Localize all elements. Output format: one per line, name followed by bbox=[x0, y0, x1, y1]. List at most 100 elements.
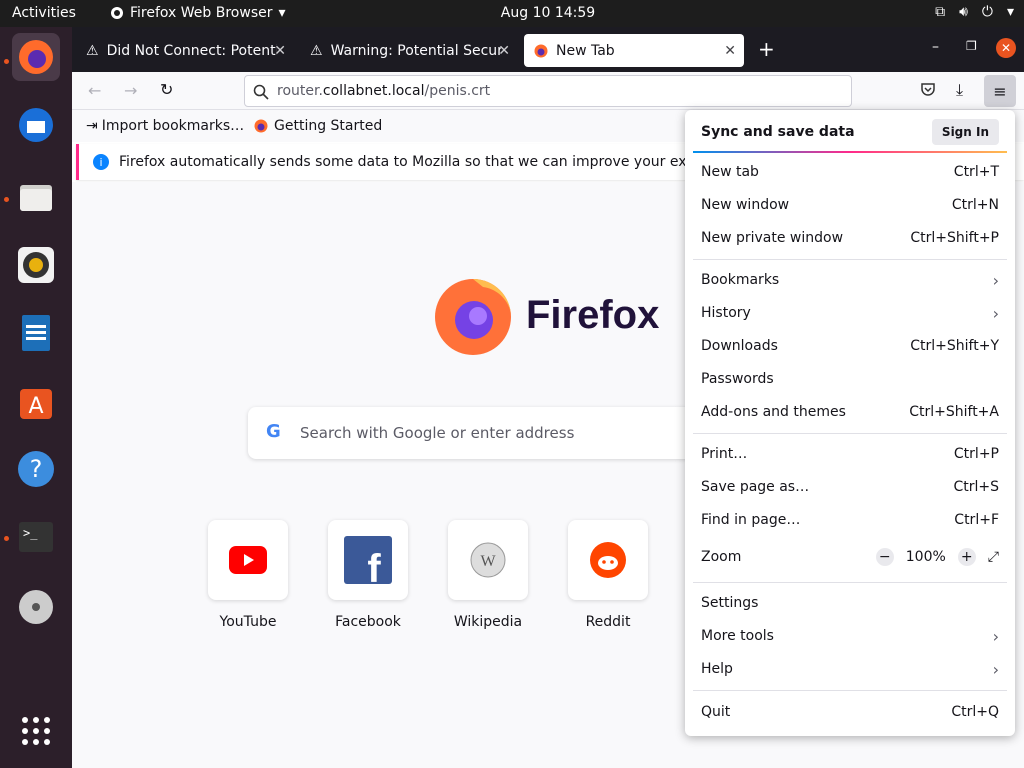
menu-item-label: Find in page… bbox=[701, 512, 801, 528]
top-site-reddit[interactable]: Reddit bbox=[568, 520, 648, 630]
dock: A ? >_ bbox=[0, 27, 72, 768]
menu-item-label: Passwords bbox=[701, 371, 774, 387]
close-icon[interactable]: ✕ bbox=[724, 43, 736, 59]
menu-item-bookmarks[interactable]: Bookmarks › bbox=[701, 268, 999, 292]
wikipedia-icon: W bbox=[470, 542, 506, 578]
sync-divider bbox=[693, 151, 1007, 153]
volume-icon: 🔊︎ bbox=[959, 4, 968, 20]
downloads-icon[interactable]: ⤓ bbox=[956, 80, 963, 100]
firefox-dock-icon[interactable] bbox=[12, 33, 60, 81]
menu-item-shortcut: Ctrl+Shift+Y bbox=[910, 338, 999, 354]
top-bar: Activities Firefox Web Browser ▾ Aug 10 … bbox=[0, 0, 1024, 27]
clock[interactable]: Aug 10 14:59 bbox=[0, 5, 1024, 21]
zoom-in-button[interactable]: + bbox=[957, 548, 976, 566]
running-indicator bbox=[4, 59, 9, 64]
bookmark-label: Getting Started bbox=[274, 118, 383, 134]
menu-item-label: Downloads bbox=[701, 338, 778, 354]
menu-item-label: History bbox=[701, 305, 751, 321]
bookmark-import[interactable]: ⇥ Import bookmarks… bbox=[86, 118, 244, 134]
menu-item-shortcut: Ctrl+S bbox=[953, 479, 999, 495]
forward-button[interactable]: → bbox=[124, 81, 137, 100]
svg-text:>_: >_ bbox=[23, 526, 38, 540]
tab-warning[interactable]: ⚠ Warning: Potential Securi ✕ bbox=[300, 34, 518, 67]
svg-text:A: A bbox=[28, 394, 43, 419]
tab-did-not-connect[interactable]: ⚠ Did Not Connect: Potenti ✕ bbox=[76, 34, 294, 67]
menu-item-history[interactable]: History › bbox=[701, 301, 999, 325]
menu-item-more-tools[interactable]: More tools › bbox=[701, 624, 999, 648]
rhythmbox-dock-icon[interactable] bbox=[12, 241, 60, 289]
top-site-facebook[interactable]: f Facebook bbox=[328, 520, 408, 630]
zoom-row: Zoom − 100% + ⤢ bbox=[701, 545, 999, 569]
url-bar[interactable]: router. collabnet.local/penis.crt bbox=[244, 75, 852, 107]
close-icon[interactable]: ✕ bbox=[498, 43, 510, 59]
tab-strip: ⚠ Did Not Connect: Potenti ✕ ⚠ Warning: … bbox=[72, 27, 1024, 72]
dvd-dock-icon[interactable] bbox=[12, 583, 60, 631]
menu-item-shortcut: Ctrl+Shift+A bbox=[909, 404, 999, 420]
top-site-label: Reddit bbox=[585, 614, 631, 630]
warning-icon: ⚠ bbox=[310, 42, 323, 59]
writer-dock-icon[interactable] bbox=[12, 309, 60, 357]
close-icon[interactable]: ✕ bbox=[274, 43, 286, 59]
menu-separator bbox=[693, 259, 1007, 260]
top-site-youtube[interactable]: YouTube bbox=[208, 520, 288, 630]
import-icon: ⇥ bbox=[86, 118, 98, 134]
new-tab-button[interactable]: + bbox=[758, 37, 775, 61]
network-icon: ⧉ bbox=[935, 4, 946, 20]
menu-item-label: Quit bbox=[701, 704, 731, 720]
menu-item-label: Bookmarks bbox=[701, 272, 780, 288]
app-grid-icon[interactable] bbox=[12, 707, 60, 755]
top-site-label: Facebook bbox=[335, 614, 401, 630]
pocket-icon[interactable] bbox=[920, 81, 936, 101]
maximize-button[interactable]: ❐ bbox=[966, 39, 977, 53]
thunderbird-dock-icon[interactable] bbox=[12, 101, 60, 149]
power-icon: ⏻ bbox=[981, 4, 993, 20]
menu-item-addons[interactable]: Add-ons and themes Ctrl+Shift+A bbox=[701, 400, 999, 424]
fullscreen-icon[interactable]: ⤢ bbox=[988, 549, 999, 565]
menu-item-label: Save page as… bbox=[701, 479, 810, 495]
bookmark-getting-started[interactable]: Getting Started bbox=[254, 118, 382, 134]
url-path: /penis.crt bbox=[424, 83, 491, 99]
chevron-right-icon: › bbox=[992, 270, 999, 290]
menu-item-downloads[interactable]: Downloads Ctrl+Shift+Y bbox=[701, 334, 999, 358]
zoom-out-button[interactable]: − bbox=[875, 548, 894, 566]
search-placeholder: Search with Google or enter address bbox=[300, 424, 575, 442]
notice-text: Firefox automatically sends some data to… bbox=[119, 154, 723, 170]
google-icon: G bbox=[266, 421, 281, 442]
zoom-value[interactable]: 100% bbox=[906, 549, 946, 565]
tab-title: New Tab bbox=[556, 42, 615, 59]
menu-item-help[interactable]: Help › bbox=[701, 657, 999, 681]
menu-item-new-private-window[interactable]: New private window Ctrl+Shift+P bbox=[701, 226, 999, 250]
menu-item-shortcut: Ctrl+T bbox=[953, 164, 999, 180]
top-site-label: Wikipedia bbox=[453, 614, 523, 630]
help-dock-icon[interactable]: ? bbox=[12, 445, 60, 493]
menu-item-find[interactable]: Find in page… Ctrl+F bbox=[701, 508, 999, 532]
firefox-icon bbox=[254, 119, 268, 133]
youtube-icon bbox=[229, 546, 267, 574]
brand-wordmark: Firefox bbox=[526, 292, 660, 337]
tab-new-tab[interactable]: New Tab ✕ bbox=[524, 34, 744, 67]
running-indicator bbox=[4, 197, 9, 202]
menu-item-print[interactable]: Print… Ctrl+P bbox=[701, 442, 999, 466]
reload-button[interactable]: ↻ bbox=[160, 80, 173, 99]
menu-item-passwords[interactable]: Passwords bbox=[701, 367, 999, 391]
firefox-icon bbox=[534, 44, 548, 57]
bookmark-label: Import bookmarks… bbox=[101, 118, 245, 134]
url-prefix: router. bbox=[277, 83, 323, 99]
close-window-button[interactable]: ✕ bbox=[996, 38, 1016, 58]
hamburger-menu-button[interactable]: ≡ bbox=[984, 75, 1016, 107]
search-icon bbox=[253, 84, 269, 100]
menu-item-save-page[interactable]: Save page as… Ctrl+S bbox=[701, 475, 999, 499]
menu-item-quit[interactable]: Quit Ctrl+Q bbox=[701, 700, 999, 724]
back-button[interactable]: ← bbox=[88, 81, 101, 100]
menu-item-new-window[interactable]: New window Ctrl+N bbox=[701, 193, 999, 217]
menu-item-new-tab[interactable]: New tab Ctrl+T bbox=[701, 160, 999, 184]
menu-item-settings[interactable]: Settings bbox=[701, 591, 999, 615]
minimize-button[interactable]: – bbox=[932, 39, 939, 55]
system-tray[interactable]: ⧉ 🔊︎ ⏻ ▾ bbox=[935, 4, 1014, 20]
info-icon: i bbox=[93, 154, 109, 170]
sign-in-button[interactable]: Sign In bbox=[931, 119, 999, 145]
software-dock-icon[interactable]: A bbox=[12, 377, 60, 425]
files-dock-icon[interactable] bbox=[12, 173, 60, 221]
terminal-dock-icon[interactable]: >_ bbox=[12, 513, 60, 561]
top-site-wikipedia[interactable]: W Wikipedia bbox=[448, 520, 528, 630]
